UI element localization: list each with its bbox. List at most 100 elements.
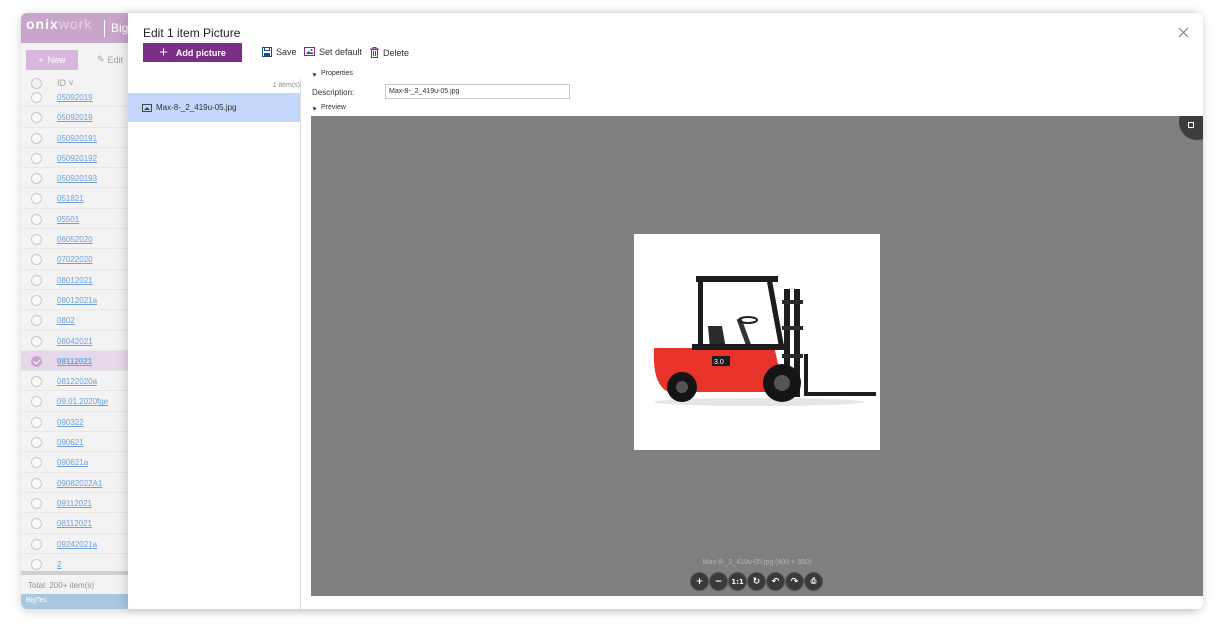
row-select-radio[interactable]: [31, 437, 42, 449]
row-id-link[interactable]: 050920193: [57, 174, 97, 183]
table-row[interactable]: 09082022A1: [21, 473, 131, 493]
row-select-radio[interactable]: [31, 538, 42, 550]
row-id-link[interactable]: 0802: [57, 316, 75, 325]
row-id-link[interactable]: 07022020: [57, 255, 93, 264]
row-id-link[interactable]: 090621: [57, 438, 84, 447]
zoom-in-icon[interactable]: +: [690, 572, 709, 591]
row-select-radio[interactable]: [31, 558, 42, 570]
table-row[interactable]: 050920192: [21, 148, 131, 169]
table-row[interactable]: 090322: [21, 412, 131, 433]
table-row[interactable]: 05092019: [21, 87, 131, 108]
row-select-radio[interactable]: [31, 274, 42, 286]
table-row[interactable]: 08012021a: [21, 290, 131, 311]
row-select-radio[interactable]: [31, 254, 42, 266]
table-row[interactable]: 0802: [21, 310, 131, 331]
row-select-radio[interactable]: [31, 355, 42, 367]
set-default-button[interactable]: Set default: [304, 47, 362, 57]
row-select-radio[interactable]: [31, 416, 42, 428]
fullscreen-icon[interactable]: [1179, 116, 1203, 140]
row-select-radio[interactable]: [31, 518, 42, 530]
row-id-link[interactable]: 08112021: [57, 357, 92, 366]
table-row[interactable]: 050920191: [21, 128, 131, 148]
row-id-link[interactable]: 08012021: [57, 276, 93, 285]
list-rows: 05092019 05092019 050920191 050920192 050920…: [21, 87, 131, 573]
row-id-link[interactable]: 08122020a: [57, 377, 97, 386]
row-select-radio[interactable]: [31, 457, 42, 469]
table-row[interactable]: 05501: [21, 209, 131, 230]
row-id-link[interactable]: 050920191: [57, 134, 97, 143]
save-button[interactable]: Save: [262, 47, 297, 57]
table-row[interactable]: 050920193: [21, 168, 131, 189]
row-id-link[interactable]: 09242021a: [57, 540, 97, 549]
actual-size-icon[interactable]: 1:1: [728, 572, 747, 591]
table-row[interactable]: 090621a: [21, 452, 131, 473]
table-row[interactable]: 08122020a: [21, 371, 131, 392]
row-id-link[interactable]: 08042021: [57, 337, 93, 346]
file-list-item[interactable]: Max-8-_2_419u-05.jpg: [128, 93, 300, 122]
row-id-link[interactable]: 2: [57, 560, 61, 569]
row-id-link[interactable]: 051821: [57, 194, 84, 203]
row-id-link[interactable]: 09082022A1: [57, 479, 102, 488]
row-id-link[interactable]: 06052020: [57, 235, 93, 244]
row-id-link[interactable]: 05092019: [57, 93, 93, 102]
add-picture-button[interactable]: + Add picture: [143, 43, 242, 62]
delete-button[interactable]: Delete: [370, 47, 409, 58]
row-id-link[interactable]: 08012021a: [57, 296, 97, 305]
row-id-link[interactable]: 05501: [57, 215, 79, 224]
table-row[interactable]: 09.01.2020fge: [21, 391, 131, 412]
close-icon[interactable]: [1177, 26, 1191, 40]
row-id-link[interactable]: 090322: [57, 418, 84, 427]
row-select-radio[interactable]: [31, 396, 42, 408]
preview-caption: Max-8-_2_419u-05.jpg (400 × 350): [702, 559, 812, 566]
row-select-radio[interactable]: [31, 132, 42, 144]
row-select-radio[interactable]: [31, 294, 42, 306]
table-row[interactable]: 08012021: [21, 270, 131, 290]
description-input[interactable]: [385, 84, 570, 99]
item-list: ID ˅ 05092019 05092019 050920191 050920192 0…: [21, 73, 131, 573]
description-label: Description:: [312, 88, 355, 97]
table-row[interactable]: 08112021: [21, 350, 131, 372]
dialog-title: Edit 1 item Picture: [143, 26, 241, 40]
rotate-left-icon[interactable]: ↶: [766, 572, 785, 591]
table-row[interactable]: 09112021: [21, 493, 131, 514]
table-row[interactable]: 051821: [21, 188, 131, 209]
row-select-radio[interactable]: [31, 497, 42, 509]
table-row[interactable]: 090621: [21, 432, 131, 453]
row-select-radio[interactable]: [31, 234, 42, 246]
row-id-link[interactable]: 090621a: [57, 458, 88, 467]
table-row[interactable]: 08112021: [21, 513, 131, 534]
row-select-radio[interactable]: [31, 213, 42, 225]
new-button[interactable]: + New: [26, 50, 78, 70]
properties-section-toggle[interactable]: Properties: [311, 70, 353, 77]
row-select-radio[interactable]: [31, 92, 42, 103]
row-select-radio[interactable]: [31, 376, 42, 388]
zoom-out-icon[interactable]: −: [709, 572, 728, 591]
row-select-radio[interactable]: [31, 335, 42, 347]
edit-picture-dialog: Edit 1 item Picture + Add picture Save S…: [128, 13, 1203, 609]
row-id-link[interactable]: 08112021: [57, 519, 92, 528]
table-row[interactable]: 09242021a: [21, 534, 131, 554]
row-select-radio[interactable]: [31, 173, 42, 185]
row-select-radio[interactable]: [31, 152, 42, 164]
row-id-link[interactable]: 09112021: [57, 499, 92, 508]
row-select-radio[interactable]: [31, 477, 42, 489]
edit-button[interactable]: ✎ Edit: [97, 54, 123, 65]
table-row[interactable]: 06052020: [21, 229, 131, 250]
row-id-link[interactable]: 050920192: [57, 154, 97, 163]
table-row[interactable]: 07022020: [21, 249, 131, 270]
horizontal-scrollbar[interactable]: [21, 571, 131, 575]
image-preview-area: 3.0 Max-8-_2_419u-05.jpg (400 × 350) + −…: [311, 116, 1203, 596]
preview-section-toggle[interactable]: Preview: [311, 104, 346, 111]
expand-triangle-icon: [311, 70, 317, 77]
row-id-link[interactable]: 09.01.2020fge: [57, 397, 108, 406]
table-row[interactable]: 05092019: [21, 107, 131, 128]
plus-icon: +: [38, 55, 44, 65]
table-row[interactable]: 08042021: [21, 331, 131, 351]
rotate-right-icon[interactable]: ↷: [785, 572, 804, 591]
reset-icon[interactable]: ↻: [747, 572, 766, 591]
row-select-radio[interactable]: [31, 112, 42, 124]
print-icon[interactable]: ⎙: [804, 572, 823, 591]
row-select-radio[interactable]: [31, 193, 42, 205]
row-select-radio[interactable]: [31, 315, 42, 327]
row-id-link[interactable]: 05092019: [57, 113, 93, 122]
